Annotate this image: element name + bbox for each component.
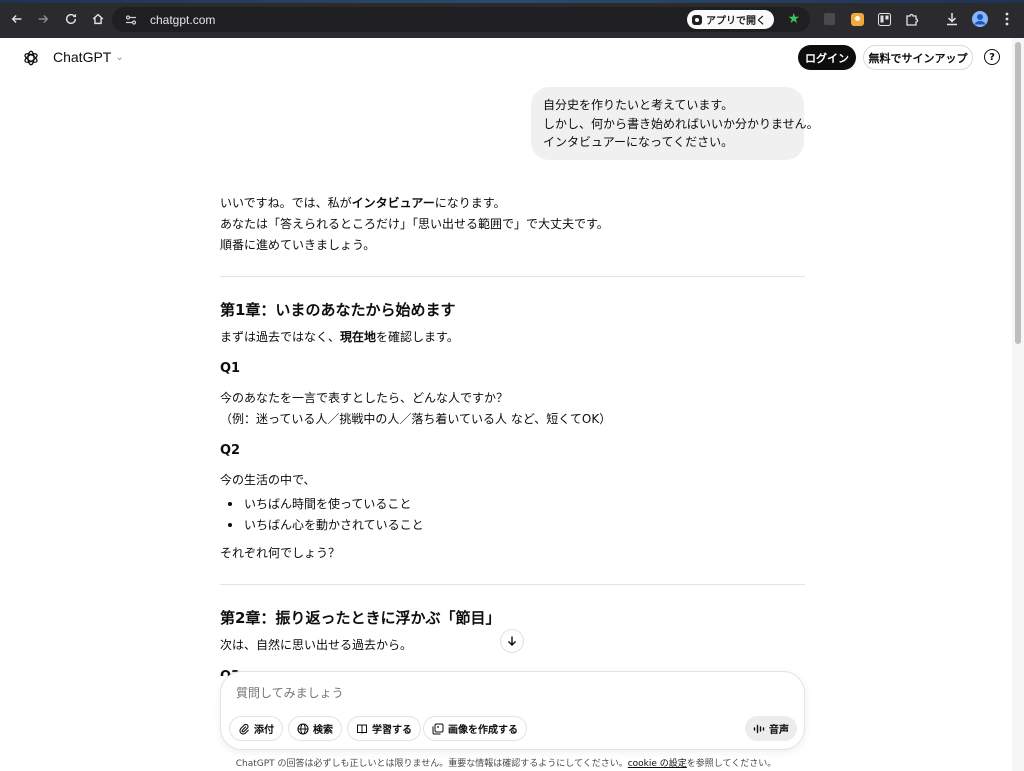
description-text: を確認します。	[376, 330, 459, 344]
site-info-icon[interactable]	[122, 11, 140, 29]
section-divider	[220, 584, 805, 585]
intro-bold-text: インタビュアー	[351, 196, 435, 210]
assistant-intro-line-2: あなたは「答えられるところだけ」「思い出せる範囲で」で大丈夫です。	[220, 217, 609, 231]
login-button[interactable]: ログイン	[798, 45, 856, 70]
open-app-label: アプリで開く	[706, 16, 766, 27]
question-2-intro: 今の生活の中で、	[220, 473, 316, 487]
address-bar[interactable]: chatgpt.com アプリで開く ★	[112, 7, 810, 32]
chapter-1-description: まずは過去ではなく、現在地を確認します。	[220, 328, 459, 345]
voice-button[interactable]: 音声	[745, 716, 797, 741]
assistant-intro-line-3: 順番に進めていきましょう。	[220, 238, 376, 252]
app-icon	[692, 14, 702, 25]
extensions-puzzle-icon[interactable]	[903, 10, 921, 28]
scrollbar-thumb[interactable]	[1015, 42, 1021, 344]
globe-icon	[297, 722, 309, 735]
attach-label: 添付	[254, 725, 274, 736]
user-message-line: 自分史を作りたいと考えています。	[543, 98, 734, 112]
url-text[interactable]: chatgpt.com	[150, 13, 215, 27]
voice-label: 音声	[769, 725, 789, 736]
create-image-button[interactable]: 画像を作成する	[423, 716, 527, 741]
model-selector[interactable]: ChatGPT ⌄	[53, 49, 124, 65]
browser-toolbar: chatgpt.com アプリで開く ★	[0, 0, 1024, 38]
bookmark-star-icon[interactable]: ★	[787, 11, 800, 27]
intro-text: になります。	[434, 196, 506, 210]
question-1-example: （例：迷っている人／挑戦中の人／落ち着いている人 など、短くてOK）	[220, 412, 612, 426]
search-button[interactable]: 検索	[288, 716, 342, 741]
user-message-bubble: 自分史を作りたいと考えています。 しかし、何から書き始めればいいか分かりません。…	[531, 87, 819, 160]
question-1-text: 今のあなたを一言で表すとしたら、どんな人ですか？	[220, 391, 509, 405]
section-divider	[220, 276, 805, 277]
chapter-2-description: 次は、自然に思い出せる過去から。	[220, 638, 413, 652]
create-image-label: 画像を作成する	[448, 725, 518, 736]
voice-waveform-icon	[753, 724, 765, 733]
extension-dark-icon[interactable]	[820, 10, 838, 28]
extension-orange-icon[interactable]	[848, 10, 866, 28]
search-label: 検索	[313, 725, 333, 736]
scroll-to-bottom-button[interactable]	[500, 629, 524, 653]
reload-icon[interactable]	[60, 8, 82, 30]
book-icon	[357, 724, 367, 734]
attach-button[interactable]: 添付	[229, 716, 283, 741]
user-message-line: しかし、何から書き始めればいいか分かりません。	[543, 116, 819, 131]
composer: 添付 検索 学習する 画像を作成する 音声	[220, 671, 805, 750]
browser-accent-strip	[0, 0, 1024, 3]
prompt-input[interactable]	[236, 686, 776, 700]
image-icon	[432, 723, 444, 734]
chapter-2-heading: 第2章：振り返ったときに浮かぶ「節目」	[220, 609, 501, 627]
bullet-icon	[228, 502, 232, 506]
paperclip-icon	[239, 723, 249, 734]
app-header: ChatGPT ⌄ ログイン 無料でサインアップ ?	[0, 38, 1012, 78]
model-name: ChatGPT	[53, 49, 112, 65]
profile-avatar-icon[interactable]	[971, 10, 989, 28]
chevron-down-icon: ⌄	[115, 52, 124, 63]
back-icon[interactable]	[6, 8, 28, 30]
openai-logo-icon[interactable]	[22, 49, 40, 67]
list-item: いちばん時間を使っていること	[244, 497, 412, 511]
disclaimer-text: を参照してください。	[686, 759, 777, 769]
question-2-outro: それぞれ何でしょう？	[220, 546, 341, 560]
disclaimer-text: ChatGPT の回答は必ずしも正しいとは限りません。重要な情報は確認するように…	[235, 759, 628, 769]
download-icon[interactable]	[943, 10, 961, 28]
help-icon[interactable]: ?	[984, 49, 1000, 65]
description-text: まずは過去ではなく、	[220, 330, 341, 344]
intro-text: いいですね。では、私が	[220, 196, 352, 210]
description-bold-text: 現在地	[340, 330, 377, 344]
study-label: 学習する	[372, 725, 412, 736]
signup-button[interactable]: 無料でサインアップ	[863, 45, 973, 70]
list-item: いちばん心を動かされていること	[244, 518, 424, 532]
open-in-app-button[interactable]: アプリで開く	[687, 10, 774, 29]
arrow-down-icon	[508, 636, 516, 646]
assistant-intro-line-1: いいですね。では、私がインタビュアーになります。	[220, 194, 506, 211]
study-button[interactable]: 学習する	[347, 716, 421, 741]
extension-board-icon[interactable]	[875, 10, 893, 28]
user-message-line: インタビュアーになってください。	[543, 135, 734, 149]
question-1-label: Q1	[220, 361, 241, 376]
home-icon[interactable]	[87, 8, 109, 30]
cookie-settings-link[interactable]: cookie の設定	[628, 759, 687, 769]
forward-icon[interactable]	[32, 8, 54, 30]
disclaimer-footer: ChatGPT の回答は必ずしも正しいとは限りません。重要な情報は確認するように…	[0, 756, 1012, 769]
chapter-1-heading: 第1章：いまのあなたから始めます	[220, 301, 456, 319]
question-2-label: Q2	[220, 443, 241, 458]
browser-menu-icon[interactable]	[998, 10, 1016, 28]
bullet-icon	[228, 523, 232, 527]
